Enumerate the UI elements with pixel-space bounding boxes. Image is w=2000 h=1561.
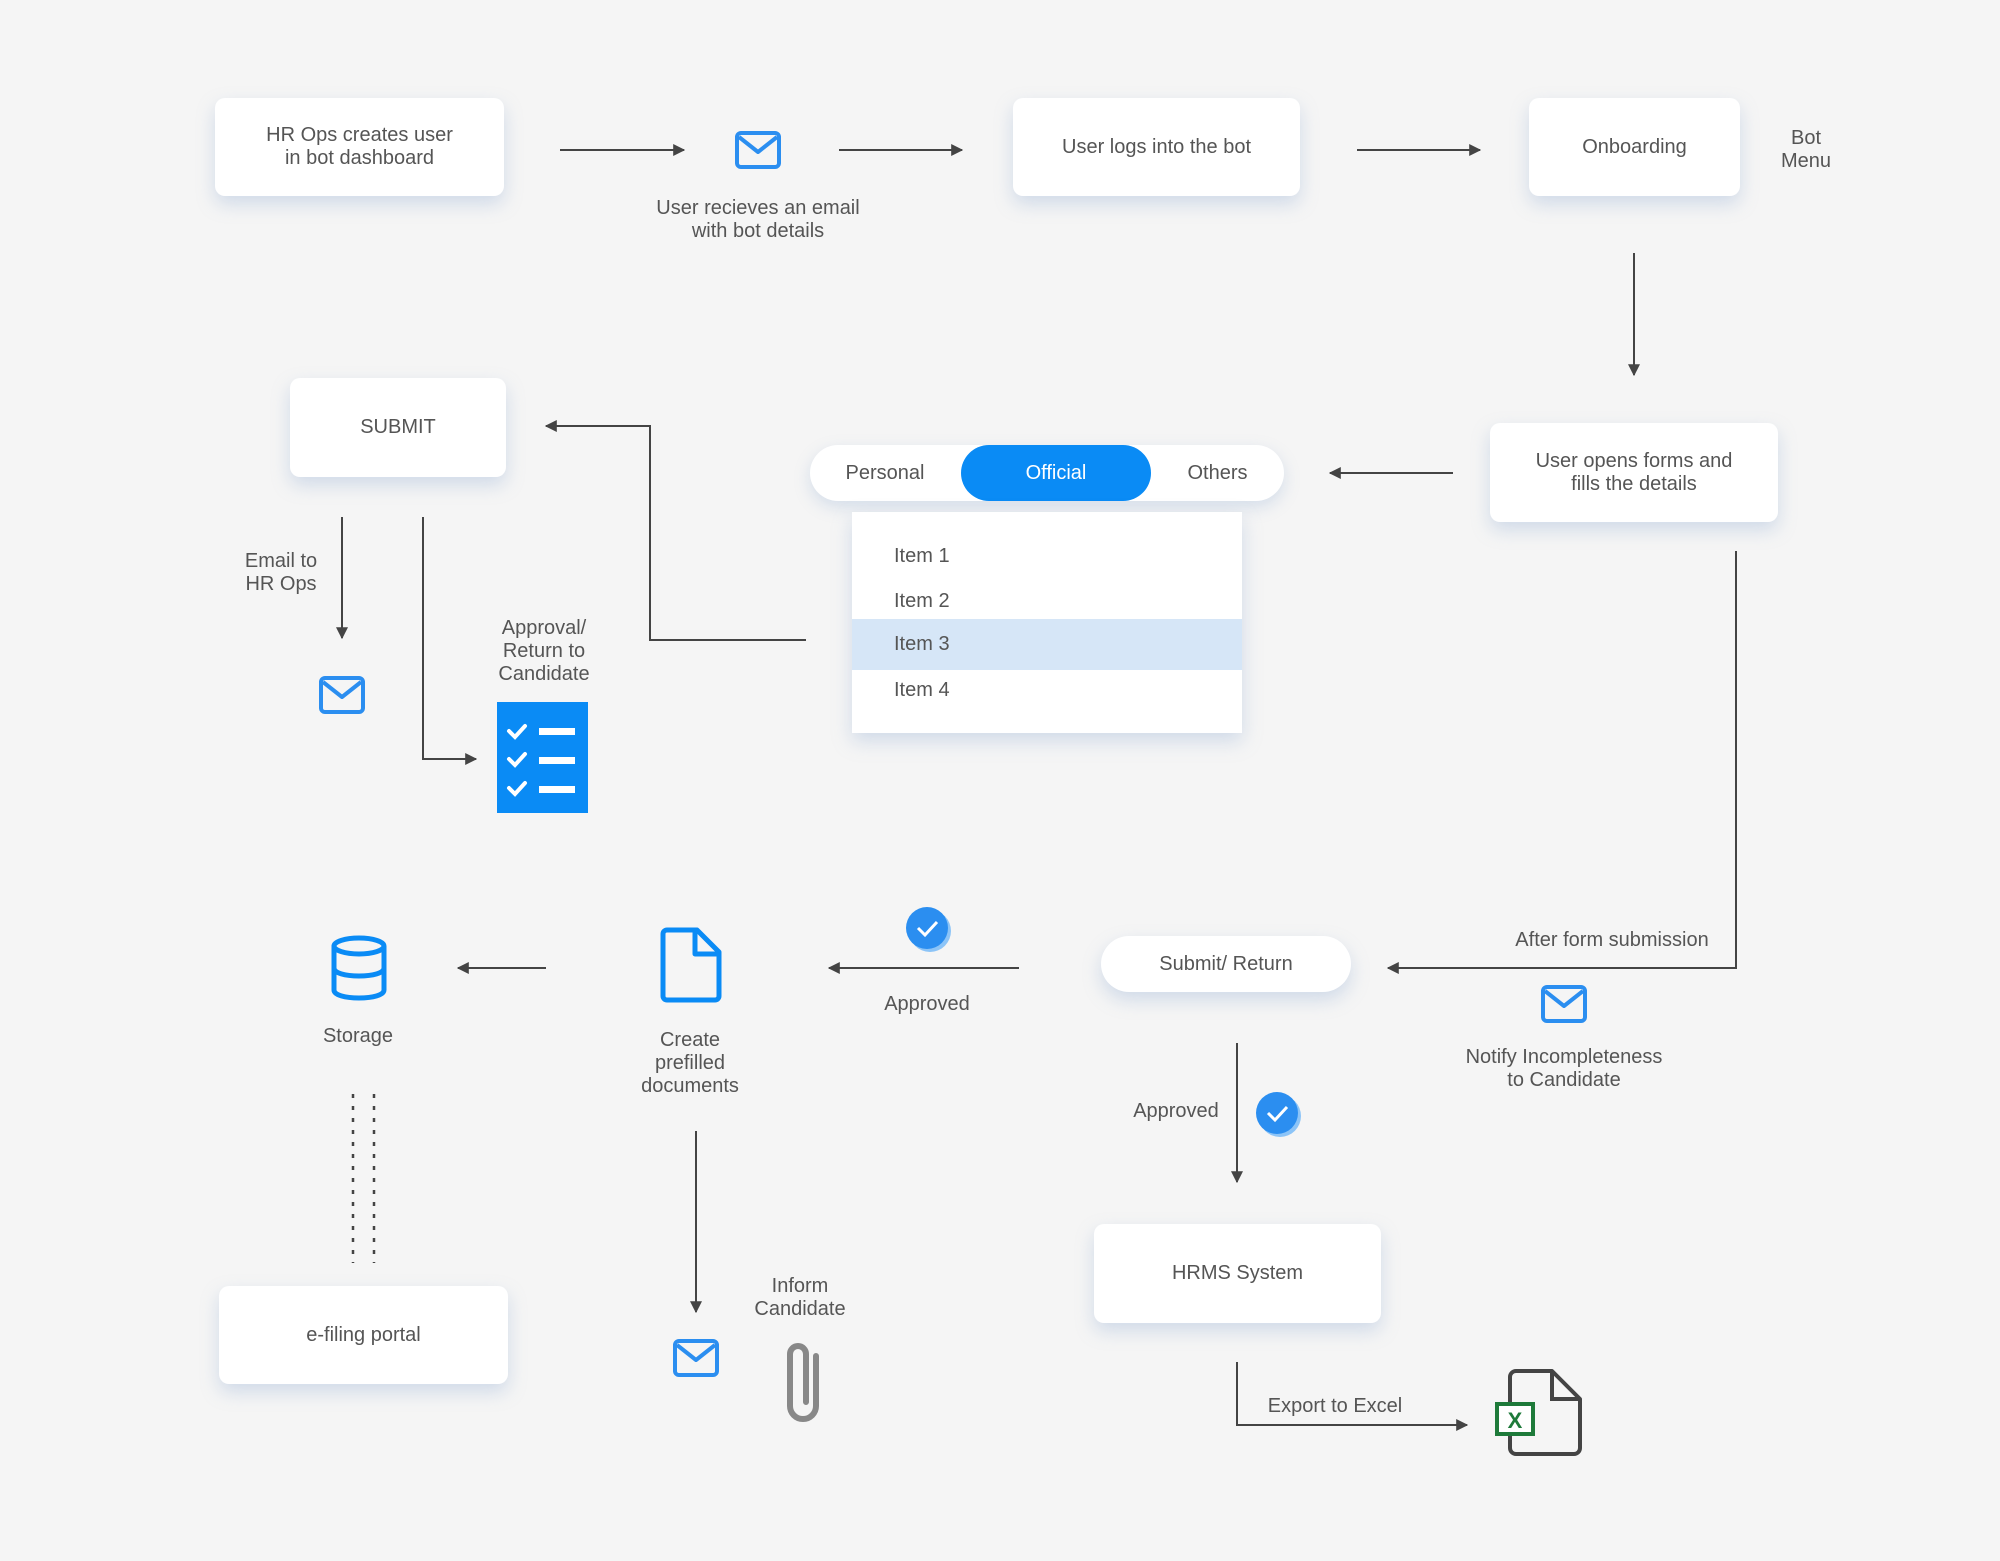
bot-menu-label: Bot Menu: [1780, 127, 1832, 172]
paperclip-icon: [787, 1343, 819, 1422]
mail-icon: [319, 676, 365, 714]
dropdown-item[interactable]: Item 2: [852, 578, 1242, 624]
create-prefilled-label: Create prefilled documents: [641, 1029, 739, 1097]
mail-icon: [673, 1339, 719, 1377]
dropdown-item[interactable]: Item 4: [852, 667, 1242, 713]
database-icon: [331, 935, 387, 1001]
email-to-hr-ops-label: Email to HR Ops: [244, 550, 318, 595]
onboarding-text: Onboarding: [1582, 135, 1687, 158]
form-tabs: Personal Official Others: [810, 445, 1284, 501]
user-receives-email-label: User recieves an email with bot details: [656, 197, 860, 242]
approved-label-horizontal: Approved: [884, 993, 970, 1015]
submit-return-text: Submit/ Return: [1159, 952, 1293, 975]
user-opens-forms-box: User opens forms and fills the details: [1490, 423, 1778, 522]
hr-ops-creates-user-box: HR Ops creates user in bot dashboard: [215, 98, 504, 196]
user-logs-in-box: User logs into the bot: [1013, 98, 1300, 196]
dropdown-item-selected[interactable]: Item 3: [852, 619, 1242, 670]
submit-return-pill[interactable]: Submit/ Return: [1101, 936, 1351, 992]
document-icon: [660, 927, 722, 1003]
submit-box[interactable]: SUBMIT: [290, 378, 506, 477]
excel-file-icon: X: [1495, 1369, 1582, 1456]
arrow-dropdown-to-submit: [544, 420, 806, 641]
export-to-excel-label: Export to Excel: [1267, 1395, 1403, 1417]
dropdown-item[interactable]: Item 1: [852, 533, 1242, 579]
arrow-submit-to-approval: [422, 517, 478, 765]
check-circle-icon: [906, 907, 951, 952]
user-opens-forms-text: User opens forms and fills the details: [1535, 449, 1733, 495]
tab-personal[interactable]: Personal: [810, 445, 960, 501]
inform-candidate-label: Inform Candidate: [754, 1275, 846, 1320]
check-circle-icon: [1256, 1092, 1301, 1137]
efiling-portal-box: e-filing portal: [219, 1286, 508, 1384]
notify-incompleteness-label: Notify Incompleteness to Candidate: [1465, 1046, 1663, 1091]
mail-icon: [1541, 985, 1587, 1023]
dropdown-list: Item 1 Item 2 Item 3 Item 4: [852, 512, 1242, 733]
hr-ops-creates-user-text: HR Ops creates user in bot dashboard: [266, 124, 453, 169]
submit-text: SUBMIT: [360, 416, 436, 438]
tab-others[interactable]: Others: [1151, 445, 1284, 501]
hrms-system-text: HRMS System: [1171, 1262, 1304, 1284]
storage-label: Storage: [322, 1025, 394, 1047]
approval-return-label: Approval/ Return to Candidate: [498, 617, 590, 685]
efiling-portal-text: e-filing portal: [306, 1323, 421, 1346]
approved-label-vertical: Approved: [1133, 1100, 1219, 1122]
checklist-icon: [497, 702, 588, 813]
hrms-system-box: HRMS System: [1094, 1224, 1381, 1323]
after-form-submission-label: After form submission: [1515, 929, 1709, 951]
user-logs-in-text: User logs into the bot: [1062, 135, 1251, 158]
arrow-forms-to-submit-return: [1386, 551, 1737, 974]
onboarding-box: Onboarding: [1529, 98, 1740, 196]
mail-icon: [735, 131, 781, 169]
svg-text:X: X: [1508, 1408, 1523, 1433]
tab-official[interactable]: Official: [961, 445, 1151, 501]
